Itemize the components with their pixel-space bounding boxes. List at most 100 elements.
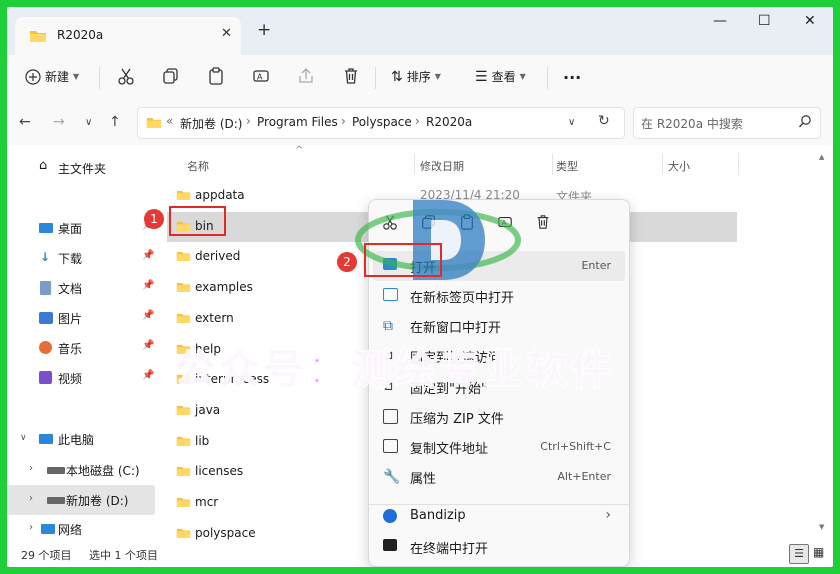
tiles-view-icon[interactable]: ▦ [813,545,824,559]
folder-icon [176,527,191,542]
step-badge-1: 1 [144,209,164,229]
expand-chevron-icon[interactable]: › [29,522,33,533]
pin-icon[interactable]: 📌 [142,370,154,381]
breadcrumb-chevron-icon: › [415,114,420,128]
menu-item-label: 复制文件地址 [410,442,489,457]
refresh-icon[interactable]: ↻ [598,113,610,129]
folder-icon [176,435,191,450]
column-divider[interactable] [738,153,739,175]
column-divider[interactable] [552,153,553,175]
tab-r2020a[interactable]: R2020a ✕ [15,17,241,55]
tab-close-icon[interactable]: ✕ [221,26,232,41]
toolbar-divider [375,67,376,89]
plus-circle-icon [25,68,41,85]
toolbar-divider [99,67,100,89]
menu-item-bandizip[interactable]: Bandizip › [373,502,625,532]
sidebar-item-videos[interactable]: 视频 📌 [7,363,155,393]
details-view-icon[interactable]: ☰ [789,544,809,564]
close-icon[interactable]: ✕ [804,13,816,29]
file-name: mcr [195,495,219,509]
breadcrumb-polyspace[interactable]: Polyspace [352,115,412,129]
pin-icon[interactable]: 📌 [142,310,154,321]
sidebar-item-label: 新加卷 (D:) [66,494,129,508]
sort-icon: ⇅ [391,68,403,85]
delete-icon[interactable] [535,214,551,230]
column-header-name[interactable]: 名称 [187,158,209,174]
folder-icon [176,496,191,511]
pin-icon[interactable]: 📌 [142,250,154,261]
breadcrumb-program-files[interactable]: Program Files [257,115,338,129]
chevron-down-icon: ▼ [434,72,441,81]
highlight-open-item [364,243,442,277]
file-name: licenses [195,464,244,479]
sidebar-item-c-drive[interactable]: › 本地磁盘 (C:) [7,455,155,485]
column-divider[interactable] [662,153,663,175]
share-icon[interactable] [297,67,315,85]
rename-icon[interactable]: A [252,67,270,85]
sidebar-item-desktop[interactable]: 桌面 📌 [7,213,155,243]
maximize-icon[interactable]: ☐ [758,13,771,29]
scrollbar[interactable]: ▲ ▼ [819,153,825,531]
expand-chevron-icon[interactable]: ∨ [20,433,27,443]
bandizip-icon [383,509,397,526]
sidebar-item-pictures[interactable]: 图片 📌 [7,303,155,333]
column-header-size[interactable]: 大小 [668,158,690,174]
view-icon: ☰ [475,68,488,85]
pin-icon[interactable]: 📌 [142,340,154,351]
copy-icon[interactable] [162,67,180,85]
sidebar-item-label: 下载 [58,252,83,266]
sort-label: 排序 [406,70,431,84]
expand-chevron-icon[interactable]: › [29,493,33,504]
new-window-icon: ⧉ [383,318,393,334]
new-button[interactable]: 新建 ▼ [25,68,79,85]
folder-icon [30,31,46,42]
menu-item-terminal[interactable]: 在终端中打开 [373,532,625,562]
sidebar-item-downloads[interactable]: ↓ 下载 📌 [7,243,155,273]
download-icon: ↓ [40,250,51,264]
column-header-type[interactable]: 类型 [556,158,578,174]
expand-chevron-icon[interactable]: › [29,463,33,474]
pin-icon[interactable]: 📌 [142,280,154,291]
new-tab-button[interactable]: + [257,20,271,40]
view-button[interactable]: ☰ 查看 ▼ [475,68,526,85]
scroll-up-icon[interactable]: ▲ [819,153,824,161]
breadcrumb-chevron-icon: › [246,114,251,128]
file-name: java [195,402,221,417]
sidebar-item-home[interactable]: ⌂ 主文件夹 [7,153,155,183]
breadcrumb-d-drive[interactable]: 新加卷 (D:) [180,115,242,132]
menu-item-label: 压缩为 ZIP 文件 [410,412,504,427]
folder-icon [176,404,191,419]
toolbar-divider [547,67,548,89]
more-options-button[interactable]: ··· [563,68,581,87]
column-divider[interactable] [414,153,415,175]
folder-icon [146,118,162,128]
menu-item-zip[interactable]: 压缩为 ZIP 文件 [373,402,625,432]
delete-icon[interactable] [342,67,360,85]
title-bar: R2020a ✕ + — ☐ ✕ [7,7,833,55]
minimize-icon[interactable]: — [713,13,727,29]
search-input[interactable]: 在 R2020a 中搜索 [641,115,743,132]
column-header-date[interactable]: 修改日期 [420,158,464,174]
sort-button[interactable]: ⇅ 排序 ▼ [391,68,441,85]
search-box[interactable]: 在 R2020a 中搜索 [633,107,821,139]
navigation-bar: ← → ∨ ↑ « 新加卷 (D:) › Program Files › Pol… [7,101,833,145]
scroll-down-icon[interactable]: ▼ [819,523,824,531]
sidebar-item-d-drive[interactable]: › 新加卷 (D:) [7,485,155,515]
overflow-glyph[interactable]: « [166,114,173,128]
address-dropdown-icon[interactable]: ∨ [568,117,575,128]
sidebar-item-music[interactable]: 音乐 📌 [7,333,155,363]
sidebar-item-documents[interactable]: 文档 📌 [7,273,155,303]
cut-icon[interactable] [117,67,135,85]
watermark-text: 公众号：测绘专业软件 [174,346,615,394]
sidebar-item-network[interactable]: › 网络 [7,514,155,544]
sidebar-item-this-pc[interactable]: ∨ 此电脑 [7,424,155,454]
menu-item-properties[interactable]: 🔧 属性 Alt+Enter [373,462,625,492]
back-arrow-icon[interactable]: ← [19,114,31,130]
menu-item-copy-path[interactable]: 复制文件地址 Ctrl+Shift+C [373,432,625,462]
address-bar[interactable]: « 新加卷 (D:) › Program Files › Polyspace ›… [137,107,625,139]
recent-chevron-icon[interactable]: ∨ [85,117,92,128]
up-arrow-icon[interactable]: ↑ [109,114,121,130]
paste-icon[interactable] [207,67,225,85]
forward-arrow-icon[interactable]: → [53,114,65,130]
breadcrumb-r2020a[interactable]: R2020a [426,115,472,129]
